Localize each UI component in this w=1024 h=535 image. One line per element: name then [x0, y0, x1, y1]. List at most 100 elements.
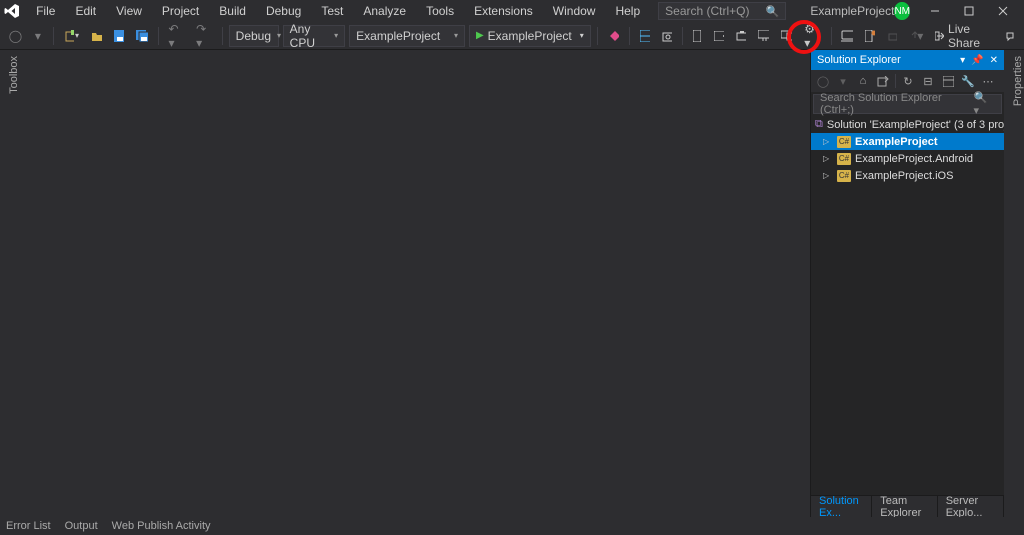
menu-tools[interactable]: Tools: [416, 2, 464, 20]
search-icon: 🔍 ▾: [973, 91, 995, 117]
settings-gear-icon[interactable]: ⚙ ▾: [800, 25, 824, 47]
properties-tab[interactable]: Properties: [1004, 50, 1024, 517]
csharp-project-icon: C#: [837, 136, 851, 148]
live-visual-tree-icon[interactable]: [636, 25, 654, 47]
close-button[interactable]: [986, 0, 1020, 22]
undo-button[interactable]: ↶ ▾: [164, 25, 188, 47]
user-avatar[interactable]: NM: [894, 2, 910, 20]
app-title: ExampleProject: [810, 4, 894, 18]
new-project-button[interactable]: ▾: [60, 25, 83, 47]
main-area: Toolbox Solution Explorer ▾ 📌 ✕ ◯ ▾ ⌂ ↻ …: [0, 50, 1024, 517]
expand-arrow-icon[interactable]: ▷: [823, 171, 833, 180]
tab-server-explorer[interactable]: Server Explo...: [938, 496, 1004, 517]
solution-explorer-panel: Solution Explorer ▾ 📌 ✕ ◯ ▾ ⌂ ↻ ⊟ 🔧 ⋯ Se…: [810, 50, 1004, 517]
solution-explorer-toolbar: ◯ ▾ ⌂ ↻ ⊟ 🔧 ⋯: [811, 70, 1004, 92]
menu-view[interactable]: View: [106, 2, 152, 20]
refresh-icon[interactable]: ↻: [900, 73, 916, 89]
fwd-icon[interactable]: ▾: [835, 73, 851, 89]
separator: [682, 27, 683, 45]
close-icon[interactable]: ✕: [990, 55, 998, 66]
save-button[interactable]: [110, 25, 128, 47]
bottom-panel-tabs: Error List Output Web Publish Activity: [0, 517, 1024, 535]
separator: [831, 27, 832, 45]
tab-error-list[interactable]: Error List: [6, 520, 51, 532]
menu-edit[interactable]: Edit: [65, 2, 106, 20]
properties-icon[interactable]: 🔧: [960, 73, 976, 89]
screenshot-icon[interactable]: [658, 25, 676, 47]
global-search-input[interactable]: Search (Ctrl+Q) 🔍: [658, 2, 786, 20]
device-multi-icon[interactable]: [777, 25, 796, 47]
config-dropdown[interactable]: Debug▾: [229, 25, 279, 47]
menu-help[interactable]: Help: [605, 2, 650, 20]
main-menu: File Edit View Project Build Debug Test …: [26, 2, 650, 20]
collapse-icon[interactable]: ⊟: [920, 73, 936, 89]
separator: [629, 27, 630, 45]
live-share-button[interactable]: Live Share: [931, 22, 994, 50]
menu-analyze[interactable]: Analyze: [353, 2, 416, 20]
device-camera-icon[interactable]: [732, 25, 750, 47]
archive-icon[interactable]: [883, 25, 901, 47]
solution-node[interactable]: ⧉ Solution 'ExampleProject' (3 of 3 proj…: [811, 116, 1004, 133]
menu-window[interactable]: Window: [543, 2, 606, 20]
open-file-button[interactable]: [87, 25, 106, 47]
right-panel-tabs: Solution Ex... Team Explorer Server Expl…: [811, 495, 1004, 517]
project-node-example[interactable]: ▷ C# ExampleProject: [811, 133, 1004, 150]
expand-arrow-icon[interactable]: ▷: [823, 154, 833, 163]
home-icon[interactable]: ⌂: [855, 73, 871, 89]
navigate-fwd-button[interactable]: ▾: [29, 25, 47, 47]
menu-extensions[interactable]: Extensions: [464, 2, 543, 20]
separator: [53, 27, 54, 45]
menu-build[interactable]: Build: [209, 2, 256, 20]
navigate-back-button[interactable]: ◯: [6, 25, 25, 47]
tab-team-explorer[interactable]: Team Explorer: [872, 496, 937, 517]
tab-web-publish[interactable]: Web Publish Activity: [112, 520, 211, 532]
solution-tree[interactable]: ⧉ Solution 'ExampleProject' (3 of 3 proj…: [811, 116, 1004, 495]
project-node-ios[interactable]: ▷ C# ExampleProject.iOS: [811, 167, 1004, 184]
pin-icon[interactable]: 📌: [971, 55, 983, 66]
device-log-icon[interactable]: [861, 25, 879, 47]
csharp-project-icon: C#: [837, 170, 851, 182]
title-bar: File Edit View Project Build Debug Test …: [0, 0, 1024, 22]
platform-dropdown[interactable]: Any CPU▾: [283, 25, 345, 47]
solution-search-input[interactable]: Search Solution Explorer (Ctrl+;) 🔍 ▾: [813, 94, 1002, 114]
sync-icon[interactable]: [875, 73, 891, 89]
xaml-hot-reload-icon[interactable]: [604, 25, 623, 47]
menu-file[interactable]: File: [26, 2, 65, 20]
expand-arrow-icon[interactable]: ▷: [823, 137, 833, 146]
vs-logo-icon: [4, 1, 20, 21]
save-all-button[interactable]: [132, 25, 151, 47]
device-phone-icon[interactable]: [688, 25, 706, 47]
startup-project-dropdown[interactable]: ExampleProject▾: [349, 25, 465, 47]
panel-menu-icon[interactable]: ▾: [960, 55, 965, 66]
separator: [597, 27, 598, 45]
maximize-button[interactable]: [952, 0, 986, 22]
preview-icon[interactable]: ⋯: [980, 73, 996, 89]
publish-icon[interactable]: ▾: [905, 25, 928, 47]
menu-test[interactable]: Test: [311, 2, 353, 20]
redo-button[interactable]: ↷ ▾: [192, 25, 216, 47]
back-icon[interactable]: ◯: [815, 73, 831, 89]
menu-debug[interactable]: Debug: [256, 2, 311, 20]
start-debugging-button[interactable]: ▶ExampleProject▾: [469, 25, 591, 47]
device-desktop-icon[interactable]: [754, 25, 773, 47]
toolbox-tab[interactable]: Toolbox: [0, 50, 20, 517]
window-controls: [918, 0, 1020, 22]
editor-area: [20, 50, 810, 517]
solution-explorer-header[interactable]: Solution Explorer ▾ 📌 ✕: [811, 50, 1004, 70]
feedback-icon[interactable]: [1000, 25, 1018, 47]
minimize-button[interactable]: [918, 0, 952, 22]
pair-mac-icon[interactable]: [837, 25, 856, 47]
tab-output[interactable]: Output: [65, 520, 98, 532]
search-icon: 🔍: [766, 5, 780, 18]
device-tablet-icon[interactable]: [710, 25, 728, 47]
menu-project[interactable]: Project: [152, 2, 209, 20]
share-icon: [935, 30, 944, 42]
separator: [222, 27, 223, 45]
project-node-android[interactable]: ▷ C# ExampleProject.Android: [811, 150, 1004, 167]
solution-icon: ⧉: [815, 119, 823, 131]
tab-solution-explorer[interactable]: Solution Ex...: [811, 496, 872, 517]
separator: [895, 74, 896, 88]
separator: [158, 27, 159, 45]
show-all-icon[interactable]: [940, 73, 956, 89]
search-placeholder: Search (Ctrl+Q): [665, 4, 749, 18]
